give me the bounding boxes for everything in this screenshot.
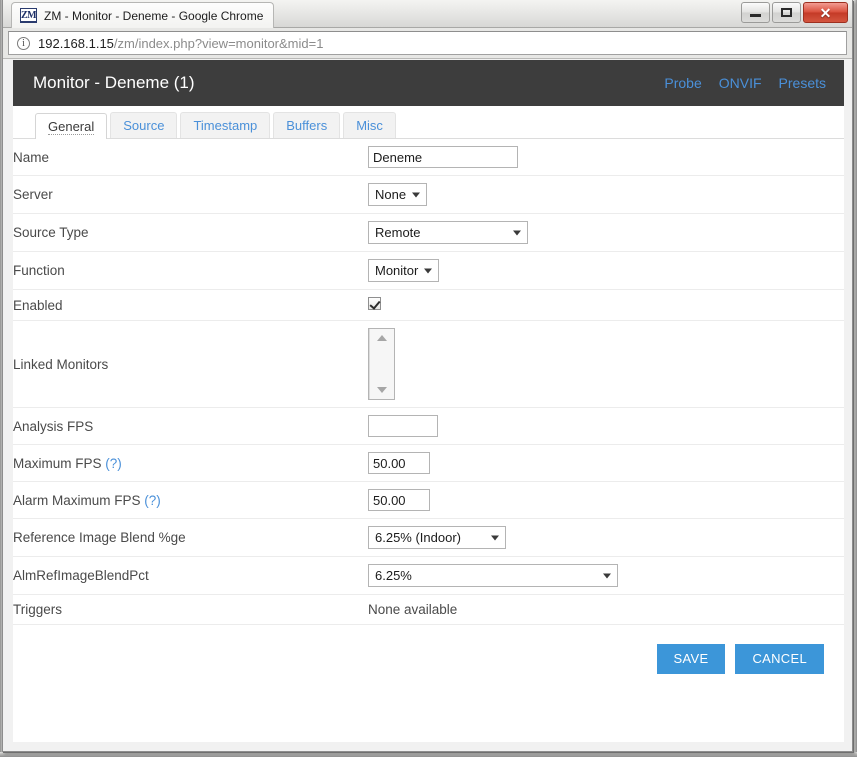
form-row-triggers: Triggers None available (13, 595, 844, 625)
label-analysis-fps: Analysis FPS (13, 418, 94, 434)
tab-source-label: Source (123, 118, 165, 133)
browser-toolbar: i 192.168.1.15/zm/index.php?view=monitor… (3, 28, 852, 59)
label-function: Function (13, 263, 65, 278)
window-frame-right (853, 0, 857, 757)
url-path: /zm/index.php?view=monitor&mid=1 (113, 35, 324, 51)
reference-image-blend-select[interactable]: 6.25% (Indoor) (368, 526, 506, 549)
minimize-icon (750, 14, 761, 17)
tab-general[interactable]: General (35, 113, 108, 139)
form-row-source-type: Source Type Remote (13, 214, 844, 252)
close-icon: ✕ (819, 4, 832, 21)
chevron-down-icon (424, 268, 433, 273)
chevron-down-icon (513, 230, 521, 235)
form-row-enabled: Enabled (13, 290, 844, 321)
zm-favicon-icon: ZM (20, 8, 37, 23)
source-type-select-value: Remote (375, 225, 421, 240)
label-linked-monitors: Linked Monitors (13, 356, 109, 372)
tab-buffers-label: Buffers (286, 118, 328, 133)
page-title: Monitor - Deneme (1) (33, 73, 195, 92)
maximum-fps-input[interactable] (368, 452, 430, 474)
monitor-settings-form: Name Server None Source Type (13, 139, 844, 625)
form-row-reference-image-blend: Reference Image Blend %ge 6.25% (Indoor) (13, 519, 844, 557)
label-maximum-fps: Maximum FPS (13, 455, 102, 471)
linked-monitors-listbox[interactable] (368, 328, 395, 400)
chevron-down-icon (412, 192, 421, 197)
reference-image-blend-value: 6.25% (Indoor) (375, 530, 461, 545)
chevron-down-icon (491, 535, 499, 540)
source-type-select[interactable]: Remote (368, 221, 528, 244)
tab-buffers[interactable]: Buffers (273, 112, 341, 138)
server-select-value: None (375, 187, 407, 202)
tab-timestamp[interactable]: Timestamp (180, 112, 271, 138)
address-bar-url: 192.168.1.15/zm/index.php?view=monitor&m… (38, 36, 323, 51)
maximize-icon (781, 8, 792, 17)
label-alm-ref-image-blend: AlmRefImageBlendPct (13, 568, 149, 583)
label-source-type: Source Type (13, 225, 89, 240)
save-button[interactable]: SAVE (656, 644, 726, 674)
tab-misc[interactable]: Misc (343, 112, 396, 138)
form-row-analysis-fps: Analysis FPS (13, 408, 844, 445)
label-triggers: Triggers (13, 602, 63, 617)
page-info-icon[interactable]: i (17, 36, 30, 50)
tab-bar: General Source Timestamp Buffers Misc (13, 106, 844, 139)
maximize-button[interactable] (772, 2, 801, 23)
page-viewport: Monitor - Deneme (1) Probe ONVIF Presets… (13, 60, 844, 742)
function-select-value: Monitor (375, 263, 419, 278)
page-header: Monitor - Deneme (1) Probe ONVIF Presets (13, 60, 844, 106)
label-enabled: Enabled (13, 297, 63, 313)
header-link-probe[interactable]: Probe (664, 75, 701, 91)
browser-titlebar: ZM ZM - Monitor - Deneme - Google Chrome… (3, 0, 852, 28)
window-frame-bottom (0, 752, 857, 757)
form-row-function: Function Monitor (13, 252, 844, 290)
scroll-up-icon[interactable] (377, 335, 387, 341)
form-row-name: Name (13, 139, 844, 176)
url-host: 192.168.1.15 (38, 35, 114, 51)
form-row-alm-ref-image-blend: AlmRefImageBlendPct 6.25% (13, 557, 844, 595)
browser-window: ZM ZM - Monitor - Deneme - Google Chrome… (2, 0, 853, 752)
listbox-scrollbar[interactable] (369, 329, 394, 399)
form-row-server: Server None (13, 176, 844, 214)
header-links: Probe ONVIF Presets (664, 75, 826, 91)
label-server: Server (13, 187, 53, 202)
address-bar[interactable]: i 192.168.1.15/zm/index.php?view=monitor… (8, 31, 847, 55)
tab-misc-label: Misc (356, 118, 383, 133)
header-link-onvif[interactable]: ONVIF (719, 75, 762, 91)
minimize-button[interactable] (741, 2, 770, 23)
maximum-fps-help-icon[interactable]: (?) (105, 456, 122, 471)
form-row-maximum-fps: Maximum FPS (?) (13, 445, 844, 482)
label-alarm-maximum-fps: Alarm Maximum FPS (13, 492, 141, 508)
cancel-button[interactable]: CANCEL (735, 644, 824, 674)
triggers-value: None available (368, 602, 458, 617)
chevron-down-icon (603, 573, 611, 578)
browser-tab-title: ZM - Monitor - Deneme - Google Chrome (44, 8, 264, 23)
header-link-presets[interactable]: Presets (779, 75, 826, 91)
form-row-alarm-maximum-fps: Alarm Maximum FPS (?) (13, 482, 844, 519)
alm-ref-image-blend-value: 6.25% (375, 568, 412, 583)
function-select[interactable]: Monitor (368, 259, 440, 282)
label-reference-image-blend: Reference Image Blend %ge (13, 530, 186, 545)
label-name: Name (13, 149, 50, 165)
window-controls: ✕ (741, 2, 848, 23)
browser-tab[interactable]: ZM ZM - Monitor - Deneme - Google Chrome (11, 2, 275, 28)
alm-ref-image-blend-select[interactable]: 6.25% (368, 564, 618, 587)
enabled-checkbox[interactable] (368, 297, 381, 310)
server-select[interactable]: None (368, 183, 428, 206)
tab-general-label: General (48, 119, 95, 135)
tab-timestamp-label: Timestamp (193, 118, 258, 133)
tab-source[interactable]: Source (110, 112, 178, 138)
form-row-linked-monitors: Linked Monitors (13, 321, 844, 408)
name-input[interactable] (368, 146, 518, 168)
alarm-maximum-fps-help-icon[interactable]: (?) (144, 493, 161, 508)
form-actions: SAVE CANCEL (13, 625, 844, 674)
close-button[interactable]: ✕ (803, 2, 848, 23)
analysis-fps-input[interactable] (368, 415, 438, 437)
scroll-down-icon[interactable] (377, 387, 387, 393)
alarm-maximum-fps-input[interactable] (368, 489, 430, 511)
